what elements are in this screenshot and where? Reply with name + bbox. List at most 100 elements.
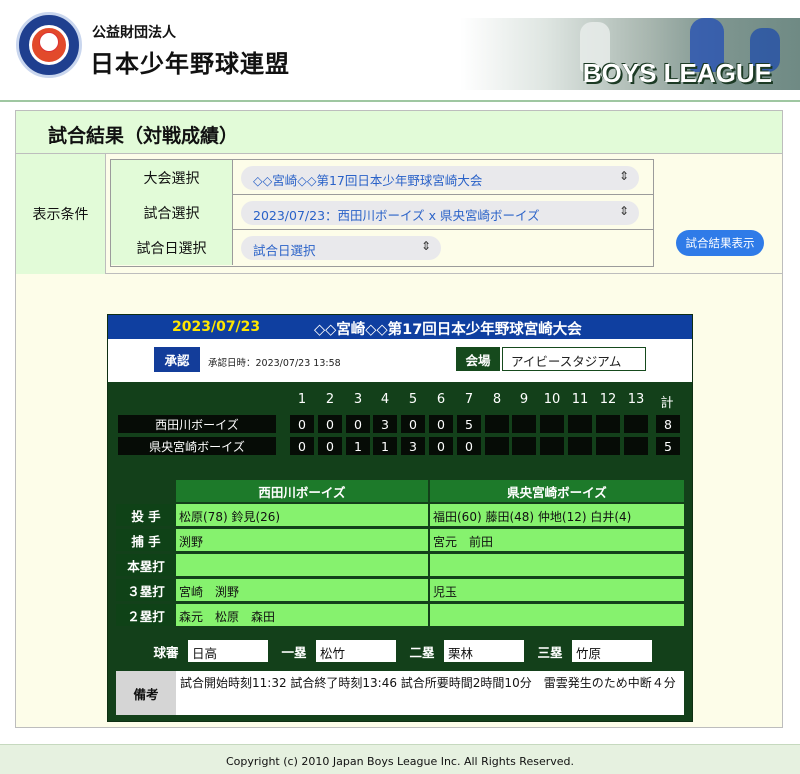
inning-header: 9 xyxy=(519,392,529,407)
game-select[interactable]: 2023/07/23：西田川ボーイズ x 県央宮崎ボーイズ ⇕ xyxy=(241,201,639,225)
site-footer: Copyright (c) 2010 Japan Boys League Inc… xyxy=(0,744,800,774)
filter-conditions: 表示条件 大会選択 ◇◇宮崎◇◇第17回日本少年野球宮崎大会 ⇕ 試合選択 20… xyxy=(16,154,782,274)
venue-value: アイビースタジアム xyxy=(502,347,646,371)
stat-label: 本塁打 xyxy=(116,554,176,576)
game-row: 試合選択 2023/07/23：西田川ボーイズ x 県央宮崎ボーイズ ⇕ xyxy=(111,195,653,230)
inning-score: 5 xyxy=(457,415,481,433)
remarks-text: 試合開始時刻11:32 試合終了時刻13:46 試合所要時間2時間10分 雷雲発… xyxy=(176,671,684,715)
umpire-name: 栗林 xyxy=(444,640,524,662)
tournament-label: 大会選択 xyxy=(111,160,233,195)
main-content: 試合結果（対戦成績） 表示条件 大会選択 ◇◇宮崎◇◇第17回日本少年野球宮崎大… xyxy=(15,110,783,728)
approval-bar: 承認 承認日時：2023/07/23 13:58 会場 アイビースタジアム xyxy=(108,339,692,382)
inning-header: 4 xyxy=(380,392,390,407)
umpire-position-label: 球審 xyxy=(153,644,179,660)
inning-score xyxy=(540,415,564,433)
scoreboard-team-name: 県央宮崎ボーイズ xyxy=(118,437,276,455)
inning-score xyxy=(596,437,620,455)
stat-label: 投 手 xyxy=(116,504,176,526)
banner-title: BOYS LEAGUE xyxy=(582,58,772,88)
stats-team2-header: 県央宮崎ボーイズ xyxy=(430,480,684,502)
stat-team1-value: 渕野 xyxy=(176,529,428,551)
inning-header: 13 xyxy=(627,392,645,407)
stat-team1-value: 森元 松原 森田 xyxy=(176,604,428,626)
date-select-value: 試合日選択 xyxy=(253,243,316,258)
stat-team2-value: 児玉 xyxy=(430,579,684,601)
header-banner: BOYS LEAGUE xyxy=(460,18,800,90)
inning-score: 0 xyxy=(429,437,453,455)
inning-header: 12 xyxy=(599,392,617,407)
tournament-select-value: ◇◇宮崎◇◇第17回日本少年野球宮崎大会 xyxy=(253,173,483,188)
inning-header: 10 xyxy=(543,392,561,407)
inning-score: 0 xyxy=(346,415,370,433)
result-header: 2023/07/23 ◇◇宮崎◇◇第17回日本少年野球宮崎大会 xyxy=(108,315,692,339)
venue-label: 会場 xyxy=(456,347,500,371)
page-title: 試合結果（対戦成績） xyxy=(48,125,239,147)
tournament-name: ◇◇宮崎◇◇第17回日本少年野球宮崎大会 xyxy=(314,322,582,338)
tournament-select[interactable]: ◇◇宮崎◇◇第17回日本少年野球宮崎大会 ⇕ xyxy=(241,166,639,190)
inning-header: 1 xyxy=(297,392,307,407)
stat-team2-value xyxy=(430,604,684,626)
org-subtitle: 公益財団法人 xyxy=(92,25,176,41)
result-panel: 2023/07/23 ◇◇宮崎◇◇第17回日本少年野球宮崎大会 承認 承認日時：… xyxy=(107,314,693,722)
inning-score: 0 xyxy=(318,437,342,455)
stat-team2-value: 福田(60) 藤田(48) 仲地(12) 白井(4) xyxy=(430,504,684,526)
inning-score xyxy=(540,437,564,455)
umpire-name: 松竹 xyxy=(316,640,396,662)
inning-score xyxy=(485,437,509,455)
umpire-position-label: 三塁 xyxy=(537,644,563,660)
umpire-name: 竹原 xyxy=(572,640,652,662)
approval-time: 承認日時：2023/07/23 13:58 xyxy=(208,358,341,369)
inning-score xyxy=(568,415,592,433)
inning-score xyxy=(596,415,620,433)
umpire-position-label: 二塁 xyxy=(409,644,435,660)
baseball-icon xyxy=(39,32,59,52)
inning-header: 5 xyxy=(408,392,418,407)
show-results-button[interactable]: 試合結果表示 xyxy=(676,230,764,256)
inning-header: 6 xyxy=(436,392,446,407)
updown-chevron-icon: ⇕ xyxy=(618,169,629,183)
total-header: 計 xyxy=(660,396,674,411)
game-select-value: 2023/07/23：西田川ボーイズ x 県央宮崎ボーイズ xyxy=(253,208,540,223)
site-header: 公益財団法人 日本少年野球連盟 BOYS LEAGUE xyxy=(0,0,800,100)
stats-team1-header: 西田川ボーイズ xyxy=(176,480,428,502)
inning-header: 2 xyxy=(325,392,335,407)
date-select[interactable]: 試合日選択 ⇕ xyxy=(241,236,441,260)
stat-label: 捕 手 xyxy=(116,529,176,551)
inning-header: 7 xyxy=(464,392,474,407)
inning-score: 0 xyxy=(429,415,453,433)
org-name[interactable]: 日本少年野球連盟 xyxy=(90,44,290,79)
stat-label: ３塁打 xyxy=(116,579,176,601)
conditions-label: 表示条件 xyxy=(16,154,106,274)
inning-score: 1 xyxy=(373,437,397,455)
stat-team2-value: 宮元 前田 xyxy=(430,529,684,551)
page-title-bar: 試合結果（対戦成績） xyxy=(16,111,782,154)
approval-badge: 承認 xyxy=(154,347,200,372)
date-label: 試合日選択 xyxy=(111,230,233,265)
stat-team1-value: 松原(78) 鈴見(26) xyxy=(176,504,428,526)
inning-score: 0 xyxy=(457,437,481,455)
inning-header: 11 xyxy=(571,392,589,407)
game-date: 2023/07/23 xyxy=(172,319,261,335)
stat-team1-value: 宮崎 渕野 xyxy=(176,579,428,601)
scoreboard-team-name: 西田川ボーイズ xyxy=(118,415,276,433)
inning-score xyxy=(485,415,509,433)
inning-score: 0 xyxy=(401,415,425,433)
remarks-label: 備考 xyxy=(116,671,176,715)
total-score: 5 xyxy=(656,437,680,455)
inning-score xyxy=(568,437,592,455)
boys-league-logo-icon[interactable] xyxy=(16,12,82,78)
inning-score xyxy=(624,415,648,433)
stat-label: ２塁打 xyxy=(116,604,176,626)
inning-score: 0 xyxy=(290,437,314,455)
inning-score xyxy=(624,437,648,455)
umpire-position-label: 一塁 xyxy=(281,644,307,660)
inning-score xyxy=(512,415,536,433)
inning-header: 8 xyxy=(492,392,502,407)
inning-score: 0 xyxy=(318,415,342,433)
header-divider xyxy=(0,100,800,102)
inning-score: 0 xyxy=(290,415,314,433)
conditions-table: 大会選択 ◇◇宮崎◇◇第17回日本少年野球宮崎大会 ⇕ 試合選択 2023/07… xyxy=(110,159,654,267)
inning-header: 3 xyxy=(353,392,363,407)
date-row: 試合日選択 試合日選択 ⇕ xyxy=(111,230,653,265)
updown-chevron-icon: ⇕ xyxy=(618,204,629,218)
